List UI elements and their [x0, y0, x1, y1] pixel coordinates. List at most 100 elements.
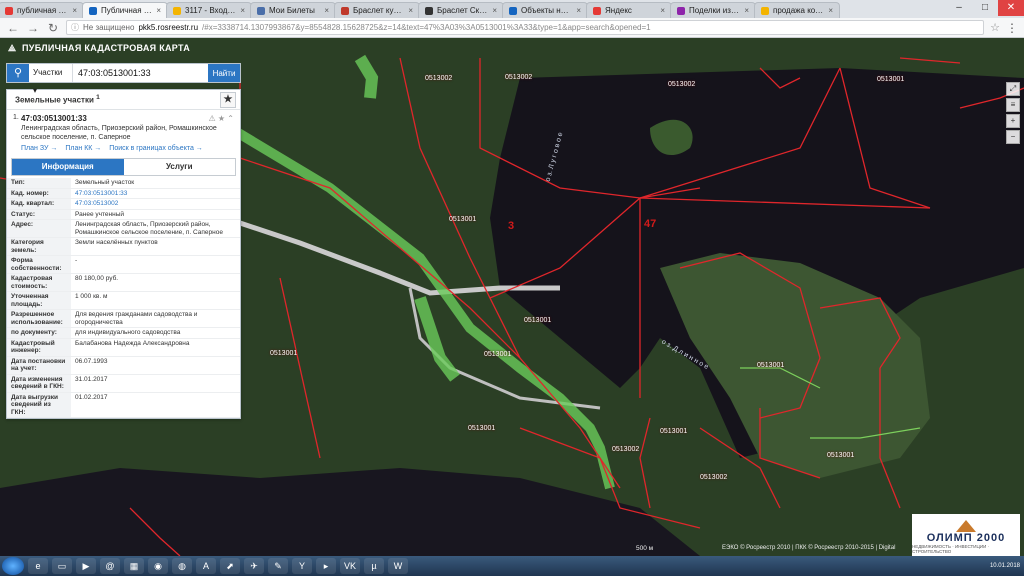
chrome-icon[interactable]: ◉ — [148, 558, 168, 574]
attribute-value: 31.01.2017 — [71, 374, 240, 393]
tab-close-icon[interactable]: × — [828, 6, 833, 15]
tab-close-icon[interactable]: × — [660, 6, 665, 15]
attribute-value[interactable]: 47:03:0513002 — [71, 198, 240, 210]
results-header: Земельные участки 1 ★ — [7, 90, 240, 110]
plan-kk-link[interactable]: План КК → — [65, 145, 101, 152]
tab-close-icon[interactable]: × — [324, 6, 329, 15]
tab-favicon-icon — [89, 6, 97, 15]
map-controls: ⤢ ≡ + − — [1006, 82, 1020, 144]
find-button[interactable]: Найти — [208, 64, 240, 82]
browser-tab[interactable]: 3117 - Входящие — × — [166, 2, 252, 18]
attribute-key: Кадастровый инженер: — [7, 338, 71, 357]
browser-tab[interactable]: Браслет купить в Те × — [334, 2, 420, 18]
olimp-tagline: НЕДВИЖИМОСТЬ · ИНВЕСТИЦИИ · СТРОИТЕЛЬСТВ… — [912, 544, 990, 554]
url-field[interactable]: ⓘ Не защищено pkk5.rosreestr.ru/#x=33387… — [66, 20, 985, 35]
attribute-key: Кад. квартал: — [7, 198, 71, 210]
url-domain: pkk5.rosreestr.ru — [138, 23, 199, 32]
browser-tab[interactable]: Публичная кадастр × — [82, 2, 168, 18]
browser-tab[interactable]: Объекты недвижим× — [502, 2, 588, 18]
back-icon[interactable]: ← — [6, 21, 20, 35]
browser-tab[interactable]: Яндекс × — [586, 2, 672, 18]
calendar-icon[interactable]: ▦ — [124, 558, 144, 574]
browser-tabbar: публичная кадастр×Публичная кадастр×3117… — [0, 0, 1024, 18]
attribute-key: Тип: — [7, 178, 71, 189]
app-icon[interactable]: ◍ — [172, 558, 192, 574]
start-button[interactable] — [2, 557, 24, 575]
player-icon[interactable]: ▸ — [316, 558, 336, 574]
search-input[interactable] — [73, 64, 208, 82]
mail-icon[interactable]: @ — [100, 558, 120, 574]
window-controls: – □ ✕ — [946, 0, 1024, 16]
ie-icon[interactable]: e — [28, 558, 48, 574]
favorites-star-icon[interactable]: ★ — [220, 91, 236, 108]
result-cad-number[interactable]: 47:03:0513001:33 — [21, 114, 232, 123]
tab-information[interactable]: Информация — [12, 159, 124, 175]
parcel-label: 0513001 — [484, 351, 512, 358]
close-icon[interactable]: ✕ — [998, 0, 1024, 16]
result-tools-icon[interactable]: ⚠ ★ ⌃ — [209, 114, 235, 123]
zoom-out-button[interactable]: − — [1006, 130, 1020, 144]
android-icon[interactable]: A — [196, 558, 216, 574]
bookmark-star-icon[interactable]: ☆ — [990, 21, 1000, 34]
word-icon[interactable]: W — [388, 558, 408, 574]
minimize-icon[interactable]: – — [946, 0, 972, 16]
search-in-bounds-link[interactable]: Поиск в границах объекта → — [109, 145, 203, 152]
search-icon[interactable]: ⚲ — [7, 64, 29, 82]
attribute-value: - — [71, 255, 240, 274]
attribute-value: Для ведения гражданами садоводства и ого… — [71, 309, 240, 328]
explorer-icon[interactable]: ▭ — [52, 558, 72, 574]
search-panel: ⚲ Участки ▾ Найти Земельные участки 1 ★ … — [6, 63, 241, 419]
attribute-key: Разрешенное использование: — [7, 309, 71, 328]
browser-tab[interactable]: публичная кадастр × — [0, 2, 84, 18]
map-header: ⟁ ПУБЛИЧНАЯ КАДАСТРОВАЯ КАРТА — [0, 38, 1024, 58]
attribute-key: Категория земель: — [7, 237, 71, 256]
search-type-select[interactable]: Участки ▾ — [29, 64, 73, 95]
attribute-row: Кад. квартал: 47:03:0513002 — [7, 198, 240, 210]
forward-icon[interactable]: → — [26, 21, 40, 35]
attribute-value: Земли населённых пунктов — [71, 237, 240, 256]
info-icon[interactable]: ⓘ — [71, 22, 79, 33]
browser-tab[interactable]: продажа коттедж × — [754, 2, 840, 18]
layers-icon[interactable]: ≡ — [1006, 98, 1020, 112]
tab-close-icon[interactable]: × — [492, 6, 497, 15]
olimp-mountain-icon — [956, 520, 976, 532]
store-icon[interactable]: ✈ — [244, 558, 264, 574]
tab-close-icon[interactable]: × — [576, 6, 581, 15]
browser-tab[interactable]: Поделки из пласти × — [670, 2, 756, 18]
tab-favicon-icon — [257, 6, 265, 15]
tab-favicon-icon — [677, 6, 685, 15]
attribute-row: Кадастровая стоимость: 80 180,00 руб. — [7, 273, 240, 292]
attribute-row: Кад. номер: 47:03:0513001:33 — [7, 188, 240, 199]
tab-close-icon[interactable]: × — [744, 6, 749, 15]
tab-close-icon[interactable]: × — [156, 6, 161, 15]
result-item: 1. ⚠ ★ ⌃ 47:03:0513001:33 Ленинградская … — [7, 110, 240, 154]
quarter-label-47: 47 — [644, 218, 657, 230]
browser-tab[interactable]: Мои Билеты × — [250, 2, 336, 18]
tab-services[interactable]: Услуги — [123, 159, 235, 175]
yandex-icon[interactable]: Y — [292, 558, 312, 574]
attribute-key: Адрес: — [7, 219, 71, 238]
attribute-key: Кад. номер: — [7, 188, 71, 199]
browser-menu-icon[interactable]: ⋮ — [1006, 21, 1018, 35]
tab-title: продажа коттедж — [773, 6, 824, 15]
browser-tab[interactable]: Браслет Скелетон ;× — [418, 2, 504, 18]
vk-icon[interactable]: VK — [340, 558, 360, 574]
tab-title: Поделки из пласти — [689, 6, 740, 15]
tab-close-icon[interactable]: × — [72, 6, 77, 15]
reload-icon[interactable]: ↻ — [46, 21, 60, 35]
zoom-in-button[interactable]: + — [1006, 114, 1020, 128]
tab-close-icon[interactable]: × — [408, 6, 413, 15]
torrent-icon[interactable]: µ — [364, 558, 384, 574]
maximize-icon[interactable]: □ — [972, 0, 998, 16]
windows-taskbar: e ▭ ▶ @ ▦ ◉ ◍ A ⬈ ✈ ✎ Y ▸ VK µ W 10.01.2… — [0, 556, 1024, 576]
results-heading: Земельные участки — [15, 95, 94, 105]
attribute-value[interactable]: 47:03:0513001:33 — [71, 188, 240, 199]
nav-icon[interactable]: ⬈ — [220, 558, 240, 574]
fullscreen-icon[interactable]: ⤢ — [1006, 82, 1020, 96]
attribute-key: Дата постановки на учет: — [7, 356, 71, 375]
media-icon[interactable]: ▶ — [76, 558, 96, 574]
parcel-label: 0513001 — [660, 428, 688, 435]
notes-icon[interactable]: ✎ — [268, 558, 288, 574]
tab-close-icon[interactable]: × — [240, 6, 245, 15]
plan-zu-link[interactable]: План ЗУ → — [21, 145, 57, 152]
